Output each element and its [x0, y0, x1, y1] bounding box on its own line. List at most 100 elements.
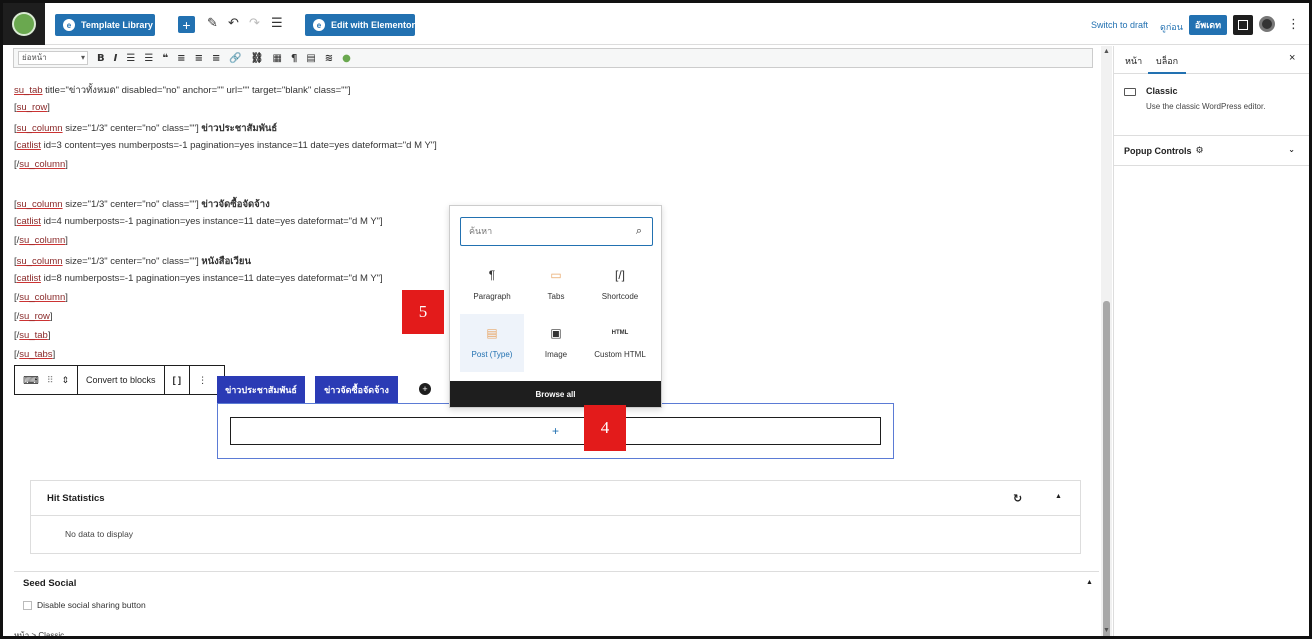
block-search-input[interactable]: ค้นหา ⌕ — [460, 217, 653, 246]
elementor-icon: e — [313, 19, 325, 31]
align-left-icon[interactable]: ≡ — [177, 53, 185, 64]
block-options-icon[interactable]: ⋮ — [190, 366, 215, 394]
site-logo-button[interactable] — [3, 3, 45, 45]
color-picker-icon[interactable]: ● — [342, 53, 351, 64]
search-icon: ⌕ — [635, 225, 642, 237]
bullet-list-icon[interactable]: ☰ — [126, 53, 135, 64]
list-view-icon[interactable]: ☰ — [271, 15, 283, 31]
browse-all-button[interactable]: Browse all — [450, 381, 661, 407]
breadcrumb[interactable]: หน้า > Classic — [14, 629, 64, 636]
update-button[interactable]: อัพเดท — [1189, 15, 1227, 35]
shortcode-icon: [/] — [614, 268, 625, 282]
item-label: Custom HTML — [594, 350, 646, 359]
hit-statistics-title: Hit Statistics — [47, 492, 105, 504]
block-card-description: Use the classic WordPress editor. — [1146, 102, 1266, 111]
classic-editor-toolbar: ย่อหน้า B I ☰ ☰ ❝ ≡ ≡ ≡ 🔗 ⛓ ▦ ¶ ▤ ≋ ● — [13, 48, 1093, 68]
inserter-item-shortcode[interactable]: [/] Shortcode — [588, 256, 652, 314]
more-options-icon[interactable]: ⋮ — [1287, 16, 1300, 32]
sidebar-tabs: หน้า บล็อก × — [1114, 46, 1309, 74]
add-block-button[interactable]: + — [178, 16, 195, 33]
step-marker-4: 4 — [584, 405, 626, 451]
editor-scrollbar[interactable]: ▲ ▼ — [1101, 46, 1112, 636]
bold-icon[interactable]: B — [97, 53, 105, 64]
preview-link[interactable]: ดูก่อน — [1160, 20, 1183, 34]
format-select[interactable]: ย่อหน้า — [18, 51, 88, 65]
convert-to-blocks-button[interactable]: Convert to blocks — [78, 366, 165, 394]
move-updown-icon[interactable]: ⇕ — [61, 375, 69, 386]
catlist-icon[interactable]: ≋ — [325, 53, 333, 64]
item-label: Tabs — [547, 292, 565, 301]
elementor-icon: e — [63, 19, 75, 31]
content-line: [/su_column] — [14, 159, 68, 170]
seed-social-title: Seed Social — [23, 577, 77, 589]
popup-controls-title: Popup Controls — [1124, 145, 1192, 156]
gear-icon: ⚙ — [1195, 145, 1204, 155]
link-icon[interactable]: 🔗 — [229, 53, 241, 64]
drag-handle-icon[interactable]: ⠿ — [47, 375, 54, 386]
shortcode-icon[interactable]: ¶ — [291, 53, 297, 64]
switch-to-draft-link[interactable]: Switch to draft — [1091, 20, 1148, 30]
pencil-icon[interactable]: ✎ — [207, 15, 218, 31]
top-toolbar: e Template Library + ✎ ↶ ↷ ☰ e Edit with… — [3, 3, 1309, 45]
hit-statistics-header[interactable]: Hit Statistics ↻ ▲ — [31, 481, 1080, 516]
unlink-icon[interactable]: ⛓ — [251, 53, 264, 64]
inserter-item-paragraph[interactable]: ¶ Paragraph — [460, 256, 524, 314]
inserter-item-tabs[interactable]: ▭ Tabs — [524, 256, 588, 314]
paragraph-icon: ¶ — [488, 268, 496, 282]
hit-statistics-box: Hit Statistics ↻ ▲ No data to display — [30, 480, 1081, 554]
shortcode-toggle-button[interactable]: [ ] — [165, 366, 191, 394]
collapse-icon[interactable]: ▲ — [1086, 579, 1093, 586]
post-type-icon: ▤ — [486, 326, 498, 340]
read-more-icon[interactable]: ▦ — [273, 53, 282, 64]
content-line: su_tab title="ข่าวทั้งหมด" disabled="no"… — [14, 85, 351, 96]
content-line: [su_column size="1/3" center="no" class=… — [14, 123, 278, 134]
block-type-button[interactable]: ⌨ ⠿ ⇕ — [15, 366, 79, 394]
redo-icon[interactable]: ↷ — [249, 15, 260, 31]
scroll-thumb[interactable] — [1103, 301, 1110, 636]
search-placeholder: ค้นหา — [469, 226, 493, 236]
settings-sidebar: หน้า บล็อก × Classic Use the classic Wor… — [1113, 46, 1309, 636]
undo-icon[interactable]: ↶ — [228, 15, 239, 31]
collapse-icon[interactable]: ▲ — [1055, 493, 1062, 500]
disable-sharing-checkbox[interactable] — [23, 600, 32, 610]
inserter-item-custom-html[interactable]: HTML Custom HTML — [588, 314, 652, 372]
scroll-up-icon[interactable]: ▲ — [1103, 48, 1110, 55]
disable-sharing-label: Disable social sharing button — [37, 600, 146, 610]
tab-procurement[interactable]: ข่าวจัดซื้อจัดจ้าง — [315, 376, 398, 403]
tab-news-pr[interactable]: ข่าวประชาสัมพันธ์ — [217, 376, 305, 403]
edit-with-elementor-label: Edit with Elementor — [331, 20, 416, 30]
chevron-down-icon[interactable]: ⌄ — [1288, 145, 1295, 154]
sidebar-icon — [1238, 20, 1248, 30]
numbered-list-icon[interactable]: ☰ — [144, 53, 153, 64]
quote-icon[interactable]: ❝ — [162, 53, 168, 64]
disable-sharing-option[interactable]: Disable social sharing button — [23, 600, 146, 610]
item-label: Paragraph — [473, 292, 511, 301]
template-library-button[interactable]: e Template Library — [55, 14, 155, 36]
scroll-down-icon[interactable]: ▼ — [1103, 627, 1110, 634]
content-line — [14, 178, 574, 197]
align-right-icon[interactable]: ≡ — [212, 53, 220, 64]
seed-social-header[interactable]: Seed Social ▲ — [14, 571, 1099, 594]
add-tab-icon[interactable]: + — [419, 383, 431, 395]
tab-block[interactable]: บล็อก — [1156, 54, 1178, 68]
template-library-label: Template Library — [81, 20, 153, 30]
edit-with-elementor-button[interactable]: e Edit with Elementor — [305, 14, 415, 36]
block-toolbar: ⌨ ⠿ ⇕ Convert to blocks [ ] ⋮ — [14, 365, 225, 395]
block-card: Classic Use the classic WordPress editor… — [1114, 74, 1309, 136]
tab-page[interactable]: หน้า — [1125, 54, 1142, 68]
block-appender-button[interactable]: + — [230, 417, 881, 445]
settings-toggle-button[interactable] — [1233, 15, 1253, 35]
italic-icon[interactable]: I — [114, 53, 118, 64]
popup-controls-panel[interactable]: Popup Controls ⚙ ⌄ — [1114, 136, 1309, 166]
align-center-icon[interactable]: ≡ — [195, 53, 203, 64]
tabs-icon: ▭ — [550, 268, 562, 282]
refresh-icon[interactable]: ↻ — [1013, 492, 1022, 505]
table-icon[interactable]: ▤ — [306, 53, 315, 64]
inserter-item-post-type[interactable]: ▤ Post (Type) — [460, 314, 524, 372]
inserter-item-image[interactable]: ▣ Image — [524, 314, 588, 372]
content-line: [catlist id=3 content=yes numberposts=-1… — [14, 140, 437, 151]
close-icon[interactable]: × — [1289, 52, 1295, 64]
item-label: Post (Type) — [471, 350, 513, 359]
plugin-gear-icon[interactable] — [1259, 16, 1275, 32]
item-label: Image — [544, 350, 568, 359]
